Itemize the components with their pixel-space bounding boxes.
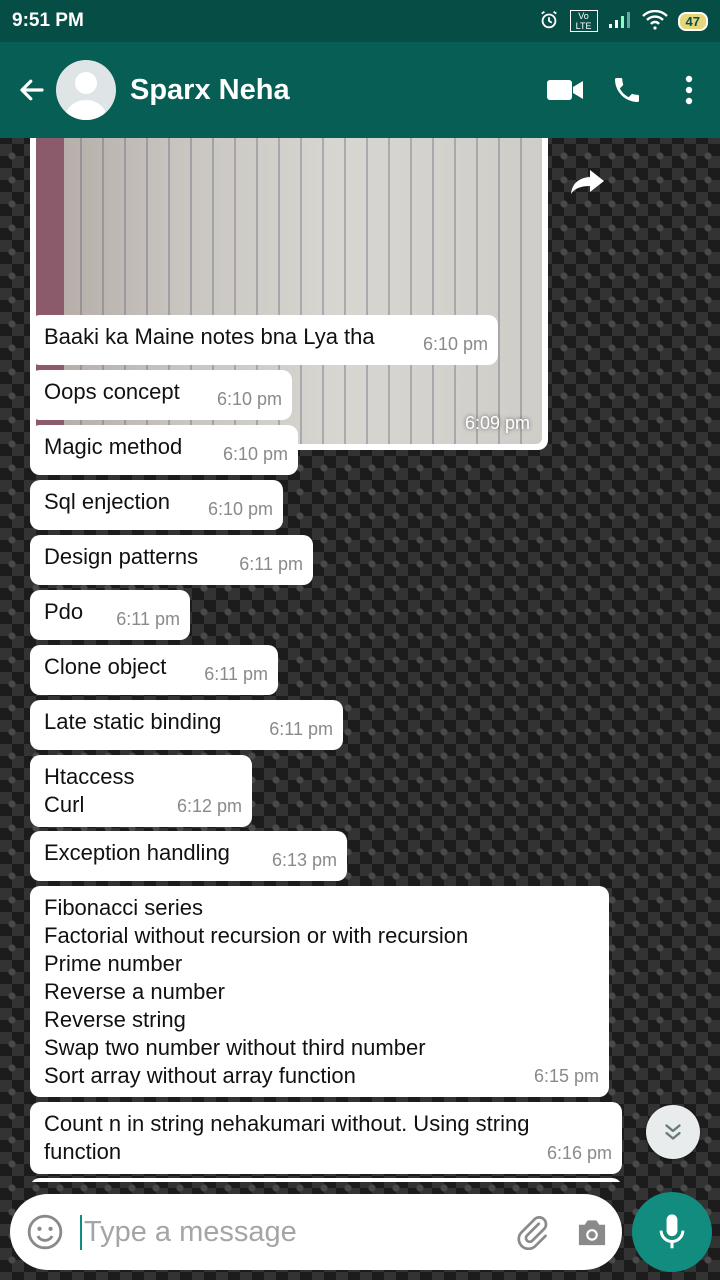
message-text: Count n in string nehakumari without. Us… bbox=[44, 1111, 530, 1164]
message-time: 6:16 pm bbox=[546, 1143, 612, 1163]
message-time: 6:11 pm bbox=[204, 664, 268, 684]
message-bubble[interactable]: Pdo 6:11 pm bbox=[30, 590, 190, 640]
wifi-icon bbox=[641, 9, 668, 33]
message-text: Sql enjection bbox=[44, 489, 170, 514]
message-bubble[interactable]: Clone object 6:11 pm bbox=[30, 645, 278, 695]
message-bubble[interactable]: Design patterns 6:11 pm bbox=[30, 535, 313, 585]
message-bubble-partial[interactable] bbox=[30, 1178, 622, 1182]
message-bubble[interactable]: Fibonacci series Factorial without recur… bbox=[30, 886, 609, 1097]
chevron-double-down-icon bbox=[665, 1124, 681, 1140]
attach-button[interactable] bbox=[502, 1214, 562, 1250]
paperclip-icon bbox=[517, 1216, 548, 1250]
message-bubble[interactable]: Exception handling 6:13 pm bbox=[30, 831, 347, 881]
message-text: Fibonacci series Factorial without recur… bbox=[44, 895, 469, 1088]
message-text: Baaki ka Maine notes bna Lya tha bbox=[44, 324, 375, 349]
more-vertical-icon bbox=[685, 75, 693, 105]
arrow-left-icon bbox=[20, 79, 44, 101]
message-text: Late static binding bbox=[44, 709, 222, 734]
signal-icon bbox=[608, 11, 632, 32]
message-list[interactable]: 6:09 pm Baaki ka Maine notes bna Lya tha… bbox=[0, 138, 720, 1182]
forward-button[interactable] bbox=[570, 168, 606, 201]
message-time: 6:15 pm bbox=[533, 1066, 599, 1086]
emoji-icon bbox=[27, 1214, 63, 1250]
message-time: 6:13 pm bbox=[271, 850, 337, 870]
message-time: 6:12 pm bbox=[176, 796, 242, 816]
volte-label: Vo LTE bbox=[569, 10, 598, 32]
avatar[interactable] bbox=[56, 60, 116, 120]
message-bubble[interactable]: Count n in string nehakumari without. Us… bbox=[30, 1102, 622, 1174]
status-time: 9:51 PM bbox=[12, 10, 84, 31]
message-time: 6:10 pm bbox=[222, 444, 288, 464]
message-time: 6:10 pm bbox=[216, 389, 282, 409]
battery-indicator: 47 bbox=[677, 11, 708, 31]
message-text: Oops concept bbox=[44, 379, 180, 404]
status-bar: 9:51 PM Vo LTE 47 bbox=[0, 0, 720, 42]
message-bubble[interactable]: Oops concept 6:10 pm bbox=[30, 370, 292, 420]
message-bubble[interactable]: Htaccess Curl 6:12 pm bbox=[30, 755, 252, 827]
message-text: Pdo bbox=[44, 599, 84, 624]
alarm-icon bbox=[538, 9, 560, 34]
message-time: 6:11 pm bbox=[239, 554, 303, 574]
forward-icon bbox=[571, 170, 604, 194]
video-camera-icon bbox=[547, 80, 583, 100]
message-text: Design patterns bbox=[44, 544, 199, 569]
camera-icon bbox=[578, 1220, 606, 1246]
contact-name[interactable]: Sparx Neha bbox=[130, 74, 534, 107]
voice-call-button[interactable] bbox=[596, 60, 658, 120]
message-text: Exception handling bbox=[44, 840, 230, 865]
message-input[interactable] bbox=[80, 1214, 502, 1250]
back-button[interactable] bbox=[8, 75, 56, 105]
emoji-button[interactable] bbox=[10, 1213, 80, 1251]
message-time: 6:09 pm bbox=[464, 413, 530, 433]
message-text: Clone object bbox=[44, 654, 167, 679]
message-composer bbox=[10, 1194, 622, 1270]
message-text: Magic method bbox=[44, 434, 183, 459]
more-options-button[interactable] bbox=[658, 60, 720, 120]
video-call-button[interactable] bbox=[534, 60, 596, 120]
message-bubble[interactable]: Late static binding 6:11 pm bbox=[30, 700, 343, 750]
scroll-to-bottom-button[interactable] bbox=[646, 1105, 700, 1159]
microphone-icon bbox=[659, 1214, 685, 1249]
message-bubble[interactable]: Magic method 6:10 pm bbox=[30, 425, 298, 475]
message-time: 6:11 pm bbox=[269, 719, 333, 739]
voice-message-button[interactable] bbox=[632, 1192, 712, 1272]
message-text: Htaccess Curl bbox=[44, 764, 135, 817]
chat-header: Sparx Neha bbox=[0, 42, 720, 138]
status-icons: Vo LTE 47 bbox=[538, 9, 708, 34]
phone-icon bbox=[615, 78, 639, 102]
message-time: 6:11 pm bbox=[116, 609, 180, 629]
message-bubble[interactable]: Sql enjection 6:10 pm bbox=[30, 480, 283, 530]
default-avatar-icon bbox=[64, 72, 108, 120]
message-time: 6:10 pm bbox=[207, 499, 273, 519]
camera-button[interactable] bbox=[562, 1216, 622, 1248]
message-time: 6:10 pm bbox=[422, 334, 488, 354]
message-bubble[interactable]: Baaki ka Maine notes bna Lya tha 6:10 pm bbox=[30, 315, 498, 365]
